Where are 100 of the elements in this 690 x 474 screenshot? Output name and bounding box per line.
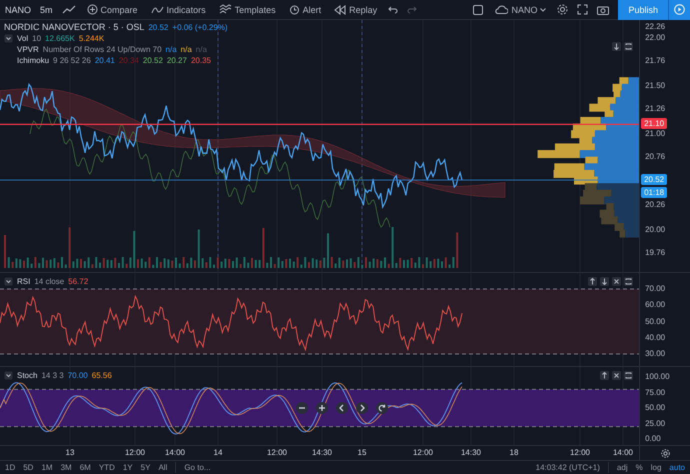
interval-button[interactable]: 5m (40, 4, 53, 14)
time-tick: 15 (358, 448, 366, 457)
time-tick: 12:00 (124, 448, 146, 457)
undo-icon[interactable] (388, 6, 398, 14)
indicator-value: 20.41 (94, 56, 115, 65)
rsi-tick: 50.00 (645, 316, 666, 326)
price-tick: 21.76 (645, 56, 666, 66)
move-up-icon[interactable] (600, 371, 610, 380)
symbol-search[interactable]: NANO (5, 4, 32, 14)
range-button[interactable]: 5D (23, 463, 34, 472)
camera-icon[interactable] (597, 4, 610, 14)
maximize-pane-icon[interactable] (624, 277, 634, 286)
indicator-name[interactable]: RSI (17, 277, 30, 286)
indicator-value: 5.244K (78, 34, 104, 43)
templates-icon (218, 4, 232, 15)
compare-button[interactable]: Compare (84, 4, 140, 15)
cloud-icon (494, 5, 508, 14)
range-button[interactable]: 1D (5, 463, 16, 472)
range-button[interactable]: 1Y (122, 463, 133, 472)
price-tick: 20.26 (645, 200, 666, 210)
collapse-icon[interactable] (4, 277, 13, 286)
range-button[interactable]: 3M (60, 463, 72, 472)
rsi-tick: 60.00 (645, 300, 666, 310)
square-icon[interactable] (473, 4, 484, 14)
time-tick: 18 (510, 448, 518, 457)
scale-option[interactable]: % (636, 463, 643, 472)
indicators-button[interactable]: Indicators (148, 4, 208, 14)
range-button[interactable]: 5Y (140, 463, 150, 472)
scroll-left-icon[interactable] (336, 402, 348, 414)
maximize-pane-icon[interactable] (624, 42, 634, 51)
indicator-name[interactable]: Ichimoku (17, 56, 50, 65)
collapse-icon[interactable] (4, 34, 13, 43)
indicator-name[interactable]: Vol (17, 34, 28, 43)
range-button[interactable]: 1M (41, 463, 53, 472)
stoch-tick: 25.00 (645, 418, 666, 428)
collapse-icon[interactable] (4, 371, 13, 380)
price-tick: 20.00 (645, 225, 666, 234)
indicator-value: 56.72 (68, 277, 88, 286)
move-up-icon[interactable] (588, 277, 598, 286)
scale-option[interactable]: auto (669, 463, 685, 472)
move-down-icon[interactable] (612, 42, 622, 51)
indicator-name[interactable]: Stoch (17, 371, 38, 380)
indicator-params: 9 26 52 26 (53, 56, 91, 65)
replay-button[interactable]: Replay (332, 4, 380, 14)
time-tick: 12:00 (570, 448, 590, 457)
goto-button[interactable]: Go to... (184, 463, 211, 472)
scale-option[interactable]: adj (616, 463, 628, 472)
settings-icon[interactable] (557, 4, 568, 15)
range-button[interactable]: YTD (98, 463, 115, 472)
price-change: +0.06 (+0.29%) (172, 22, 228, 32)
fullscreen-icon[interactable] (577, 4, 588, 15)
scroll-right-icon[interactable] (356, 402, 368, 414)
price-tick: 21.50 (645, 81, 666, 90)
templates-button[interactable]: Templates (216, 4, 278, 15)
play-button[interactable] (668, 0, 690, 20)
clock: 14:03:42 (UTC+1) (536, 463, 600, 472)
indicator-params: 14 close (34, 277, 64, 286)
time-tick: 14:00 (612, 448, 634, 457)
indicator-value: n/a (196, 45, 207, 54)
range-button[interactable]: All (158, 463, 168, 472)
indicator-params: Number Of Rows 24 Up/Down 70 (42, 45, 162, 54)
settings-icon[interactable] (660, 448, 670, 458)
time-tick: 12:00 (412, 448, 434, 457)
price-tick: 21.00 (645, 129, 666, 138)
zoom-out-icon[interactable] (296, 402, 308, 414)
reset-icon[interactable] (376, 402, 388, 414)
indicator-name[interactable]: VPVR (17, 45, 39, 54)
maximize-pane-icon[interactable] (624, 371, 634, 380)
alert-button[interactable]: Alert (286, 4, 324, 15)
rsi-tick: 30.00 (645, 349, 666, 358)
zoom-in-icon[interactable] (316, 402, 328, 414)
rsi-tick: 70.00 (645, 284, 666, 293)
stoch-tick: 75.00 (645, 388, 666, 396)
play-icon (674, 4, 685, 15)
rewind-icon (334, 4, 346, 14)
wave-icon (150, 4, 164, 14)
indicator-value: 20.35 (190, 56, 211, 65)
price-label: 01:18 (641, 187, 668, 198)
stoch-tick: 0.00 (645, 434, 661, 443)
price-tick: 22.00 (645, 33, 666, 42)
layout-button[interactable]: NANO (492, 4, 548, 14)
time-tick: 13 (66, 448, 74, 457)
price-label: 21.10 (641, 118, 668, 130)
indicator-value: 12.665K (45, 34, 75, 43)
range-button[interactable]: 6M (80, 463, 91, 472)
price-label: 20.52 (641, 174, 668, 186)
line-chart-icon[interactable] (62, 4, 76, 14)
last-price: 20.52 (148, 22, 168, 32)
close-icon[interactable] (612, 371, 622, 380)
time-tick: 14:30 (460, 448, 482, 457)
close-icon[interactable] (612, 277, 622, 286)
time-tick: 12:00 (266, 448, 288, 457)
time-tick: 14:30 (312, 448, 332, 457)
move-down-icon[interactable] (600, 277, 610, 286)
plus-circle-icon (86, 4, 98, 15)
publish-button[interactable]: Publish (618, 0, 668, 20)
time-tick: 14 (214, 448, 222, 457)
stoch-tick: 50.00 (645, 403, 666, 412)
stoch-tick: 100.00 (645, 372, 670, 381)
scale-option[interactable]: log (650, 463, 662, 472)
